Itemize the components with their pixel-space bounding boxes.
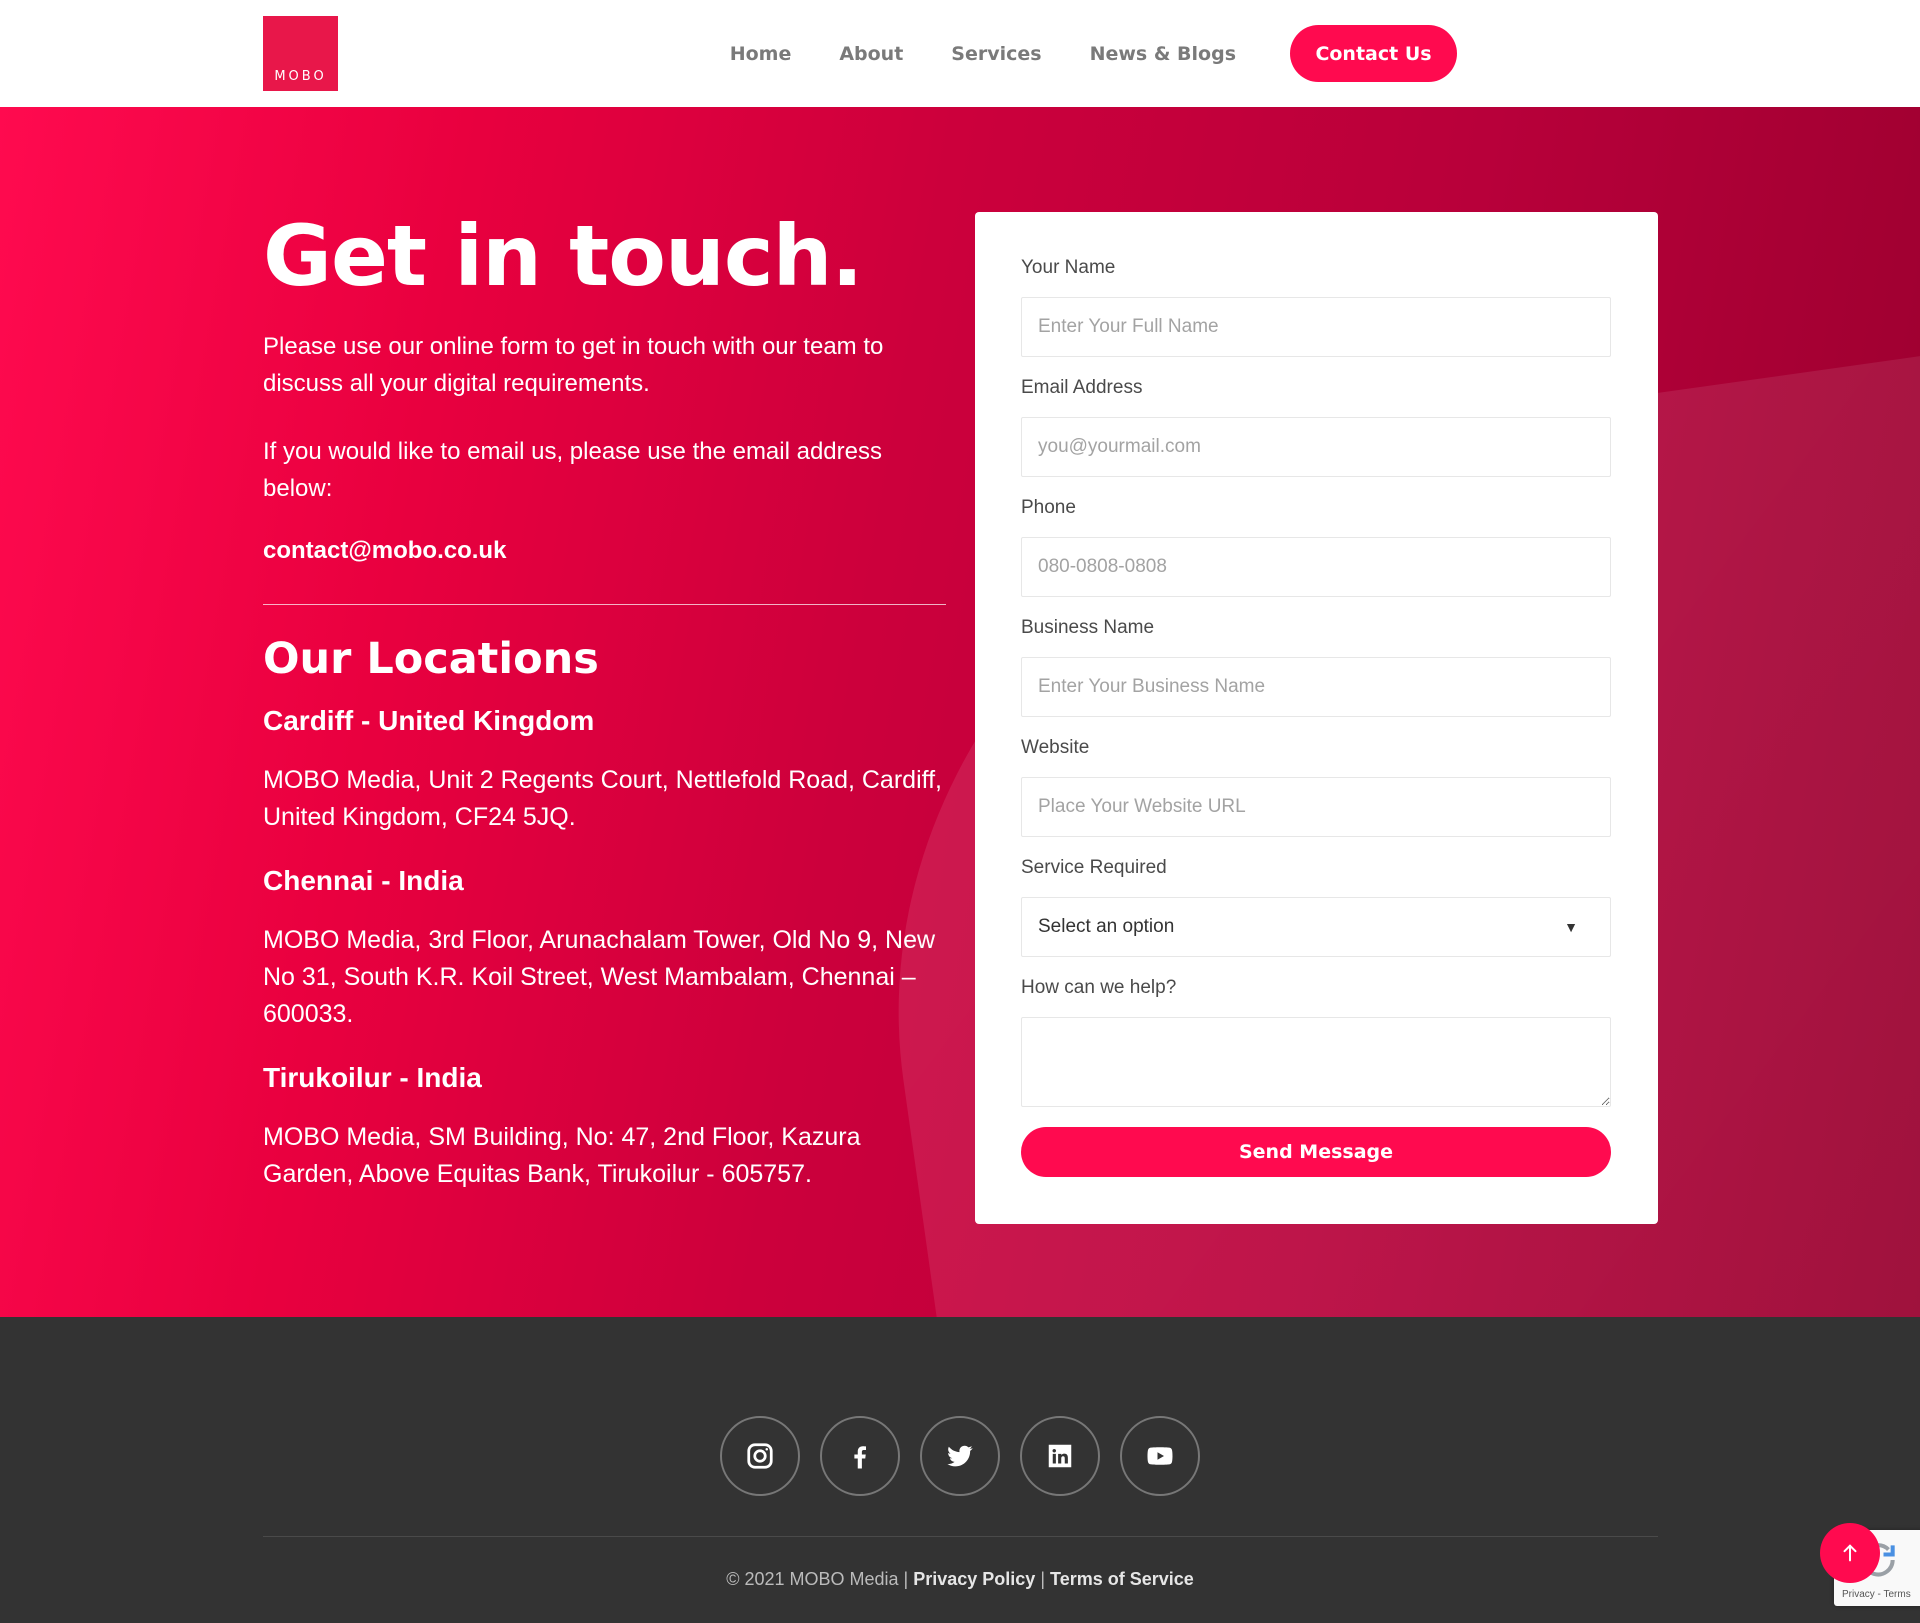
twitter-link[interactable] <box>920 1416 1000 1496</box>
footer-separator: | <box>1040 1569 1046 1589</box>
help-textarea[interactable] <box>1021 1017 1611 1107</box>
email-label: Email Address <box>1021 377 1143 398</box>
contact-form: Your Name Email Address Phone Business N… <box>975 212 1658 1224</box>
nav-news-blogs[interactable]: News & Blogs <box>1090 43 1236 65</box>
intro-paragraph: Please use our online form to get in tou… <box>263 333 884 397</box>
service-select[interactable]: Select an option ▼ <box>1021 897 1611 957</box>
name-label: Your Name <box>1021 257 1116 278</box>
service-select-value: Select an option <box>1038 916 1175 937</box>
copyright-text: © 2021 MOBO Media | <box>726 1569 909 1589</box>
website-label: Website <box>1021 737 1090 758</box>
linkedin-link[interactable] <box>1020 1416 1100 1496</box>
site-header: MOBO Home About Services News & Blogs Co… <box>0 0 1920 107</box>
divider <box>263 604 946 605</box>
contact-hero: Get in touch. Please use our online form… <box>0 107 1920 1317</box>
youtube-link[interactable] <box>1120 1416 1200 1496</box>
privacy-policy-link[interactable]: Privacy Policy <box>913 1569 1035 1589</box>
location-name-cardiff: Cardiff - United Kingdom <box>263 705 595 736</box>
contact-email-link[interactable]: contact@mobo.co.uk <box>263 537 506 565</box>
social-links <box>720 1416 1220 1496</box>
nav-services[interactable]: Services <box>951 43 1041 65</box>
location-name-chennai: Chennai - India <box>263 865 464 896</box>
recaptcha-text: Privacy - Terms <box>1842 1589 1911 1600</box>
email-input[interactable] <box>1021 417 1611 477</box>
terms-of-service-link[interactable]: Terms of Service <box>1050 1569 1194 1589</box>
facebook-link[interactable] <box>820 1416 900 1496</box>
back-to-top-button[interactable] <box>1820 1523 1880 1583</box>
instagram-link[interactable] <box>720 1416 800 1496</box>
logo-text: MOBO <box>274 69 327 84</box>
contact-us-button[interactable]: Contact Us <box>1290 25 1457 82</box>
linkedin-icon <box>1048 1444 1072 1468</box>
location-address-cardiff: MOBO Media, Unit 2 Regents Court, Nettle… <box>263 766 943 831</box>
page-title: Get in touch. <box>263 207 863 305</box>
business-name-input[interactable] <box>1021 657 1611 717</box>
footer-divider <box>263 1536 1658 1537</box>
business-name-label: Business Name <box>1021 617 1155 638</box>
caret-down-icon: ▼ <box>1564 919 1578 935</box>
instagram-icon <box>747 1443 773 1469</box>
service-label: Service Required <box>1021 857 1167 878</box>
send-message-button[interactable]: Send Message <box>1021 1127 1611 1177</box>
phone-label: Phone <box>1021 497 1076 518</box>
main-nav: Home About Services News & Blogs Contact… <box>730 0 1457 107</box>
twitter-icon <box>947 1445 973 1467</box>
site-footer: © 2021 MOBO Media | Privacy Policy | Ter… <box>0 1317 1920 1623</box>
facebook-icon <box>854 1446 866 1469</box>
location-address-tirukoilur: MOBO Media, SM Building, No: 47, 2nd Flo… <box>263 1123 861 1188</box>
website-input[interactable] <box>1021 777 1611 837</box>
nav-home[interactable]: Home <box>730 43 792 65</box>
arrow-up-icon <box>1843 1544 1857 1562</box>
location-name-tirukoilur: Tirukoilur - India <box>263 1062 482 1093</box>
locations-heading: Our Locations <box>263 634 599 684</box>
help-label: How can we help? <box>1021 977 1177 998</box>
mobo-logo[interactable]: MOBO <box>263 16 338 91</box>
nav-about[interactable]: About <box>839 43 903 65</box>
location-address-chennai: MOBO Media, 3rd Floor, Arunachalam Tower… <box>263 926 936 1028</box>
name-input[interactable] <box>1021 297 1611 357</box>
phone-input[interactable] <box>1021 537 1611 597</box>
youtube-icon <box>1147 1447 1173 1465</box>
email-intro-paragraph: If you would like to email us, please us… <box>263 438 882 502</box>
copyright-line: © 2021 MOBO Media | Privacy Policy | Ter… <box>0 1569 1920 1590</box>
